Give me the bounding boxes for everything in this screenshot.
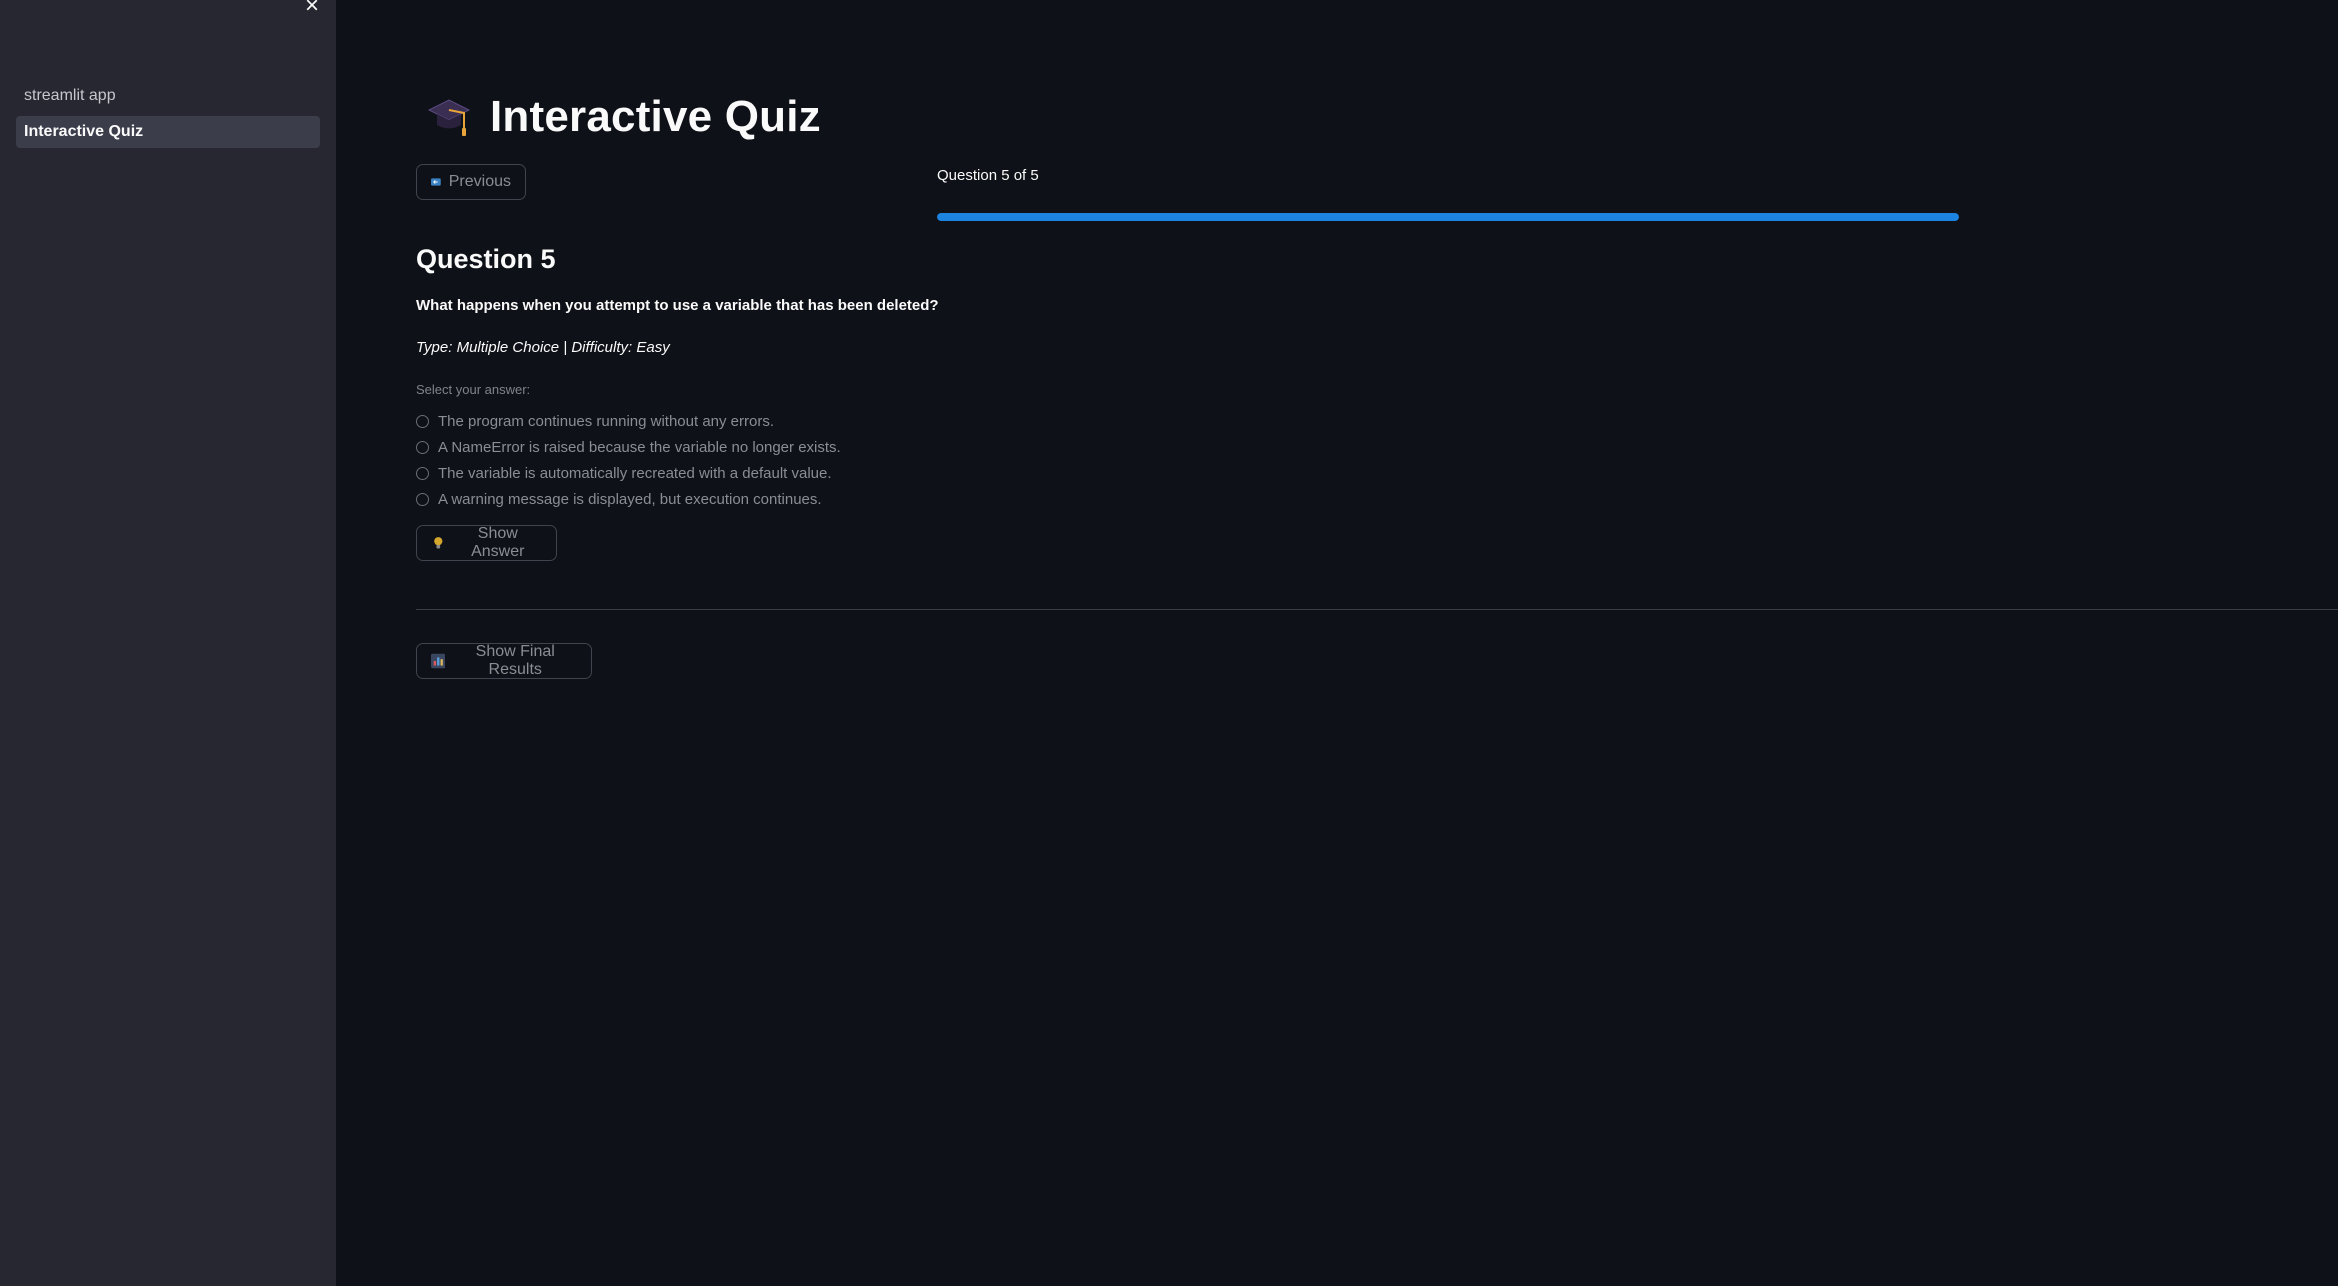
question-heading: Question 5	[416, 244, 556, 274]
previous-button[interactable]: Previous	[416, 164, 526, 200]
answer-option-label: The variable is automatically recreated …	[438, 464, 832, 482]
page-title-text: Interactive Quiz	[490, 92, 821, 141]
answer-select-label: Select your answer:	[416, 382, 531, 397]
progress-bar	[937, 213, 1959, 221]
radio-button[interactable]	[416, 466, 429, 480]
radio-button[interactable]	[416, 414, 429, 428]
main-content: Interactive Quiz Previous Question 5 of …	[336, 0, 2338, 1286]
page-title: Interactive Quiz	[424, 92, 821, 142]
radio-button[interactable]	[416, 492, 429, 506]
show-answer-button[interactable]: Show Answer	[416, 525, 557, 561]
show-final-results-button[interactable]: Show Final Results	[416, 643, 592, 679]
answer-option[interactable]: A NameError is raised because the variab…	[416, 434, 841, 460]
answer-option-label: The program continues running without an…	[438, 412, 775, 430]
close-sidebar-button[interactable]: ×	[296, 0, 328, 18]
lightbulb-icon	[434, 537, 443, 549]
answer-option-label: A warning message is displayed, but exec…	[438, 490, 822, 508]
answer-option[interactable]: A warning message is displayed, but exec…	[416, 486, 841, 512]
previous-button-label: Previous	[448, 173, 511, 190]
back-arrow-icon	[431, 178, 441, 186]
show-answer-label: Show Answer	[471, 525, 525, 560]
show-final-results-label: Show Final Results	[475, 643, 555, 678]
section-divider	[416, 609, 2338, 610]
close-icon: ×	[304, 0, 319, 19]
answer-option[interactable]: The program continues running without an…	[416, 408, 841, 434]
answer-radio-group: The program continues running without an…	[416, 408, 841, 512]
app-root: × streamlit app Interactive Quiz Interac…	[0, 0, 2338, 1286]
bar-chart-icon	[431, 653, 446, 669]
progress-bar-fill	[937, 213, 1959, 221]
progress-label: Question 5 of 5	[937, 167, 1039, 184]
sidebar-nav: streamlit app Interactive Quiz	[16, 80, 320, 152]
graduation-cap-icon	[427, 99, 471, 136]
answer-option-label: A NameError is raised because the variab…	[438, 438, 841, 456]
sidebar-item-streamlit-app[interactable]: streamlit app	[16, 80, 320, 112]
answer-option[interactable]: The variable is automatically recreated …	[416, 460, 841, 486]
sidebar-item-interactive-quiz[interactable]: Interactive Quiz	[16, 116, 320, 148]
question-meta: Type: Multiple Choice | Difficulty: Easy	[416, 339, 670, 356]
sidebar: × streamlit app Interactive Quiz	[0, 0, 336, 1286]
radio-button[interactable]	[416, 440, 429, 454]
question-text: What happens when you attempt to use a v…	[416, 297, 939, 314]
